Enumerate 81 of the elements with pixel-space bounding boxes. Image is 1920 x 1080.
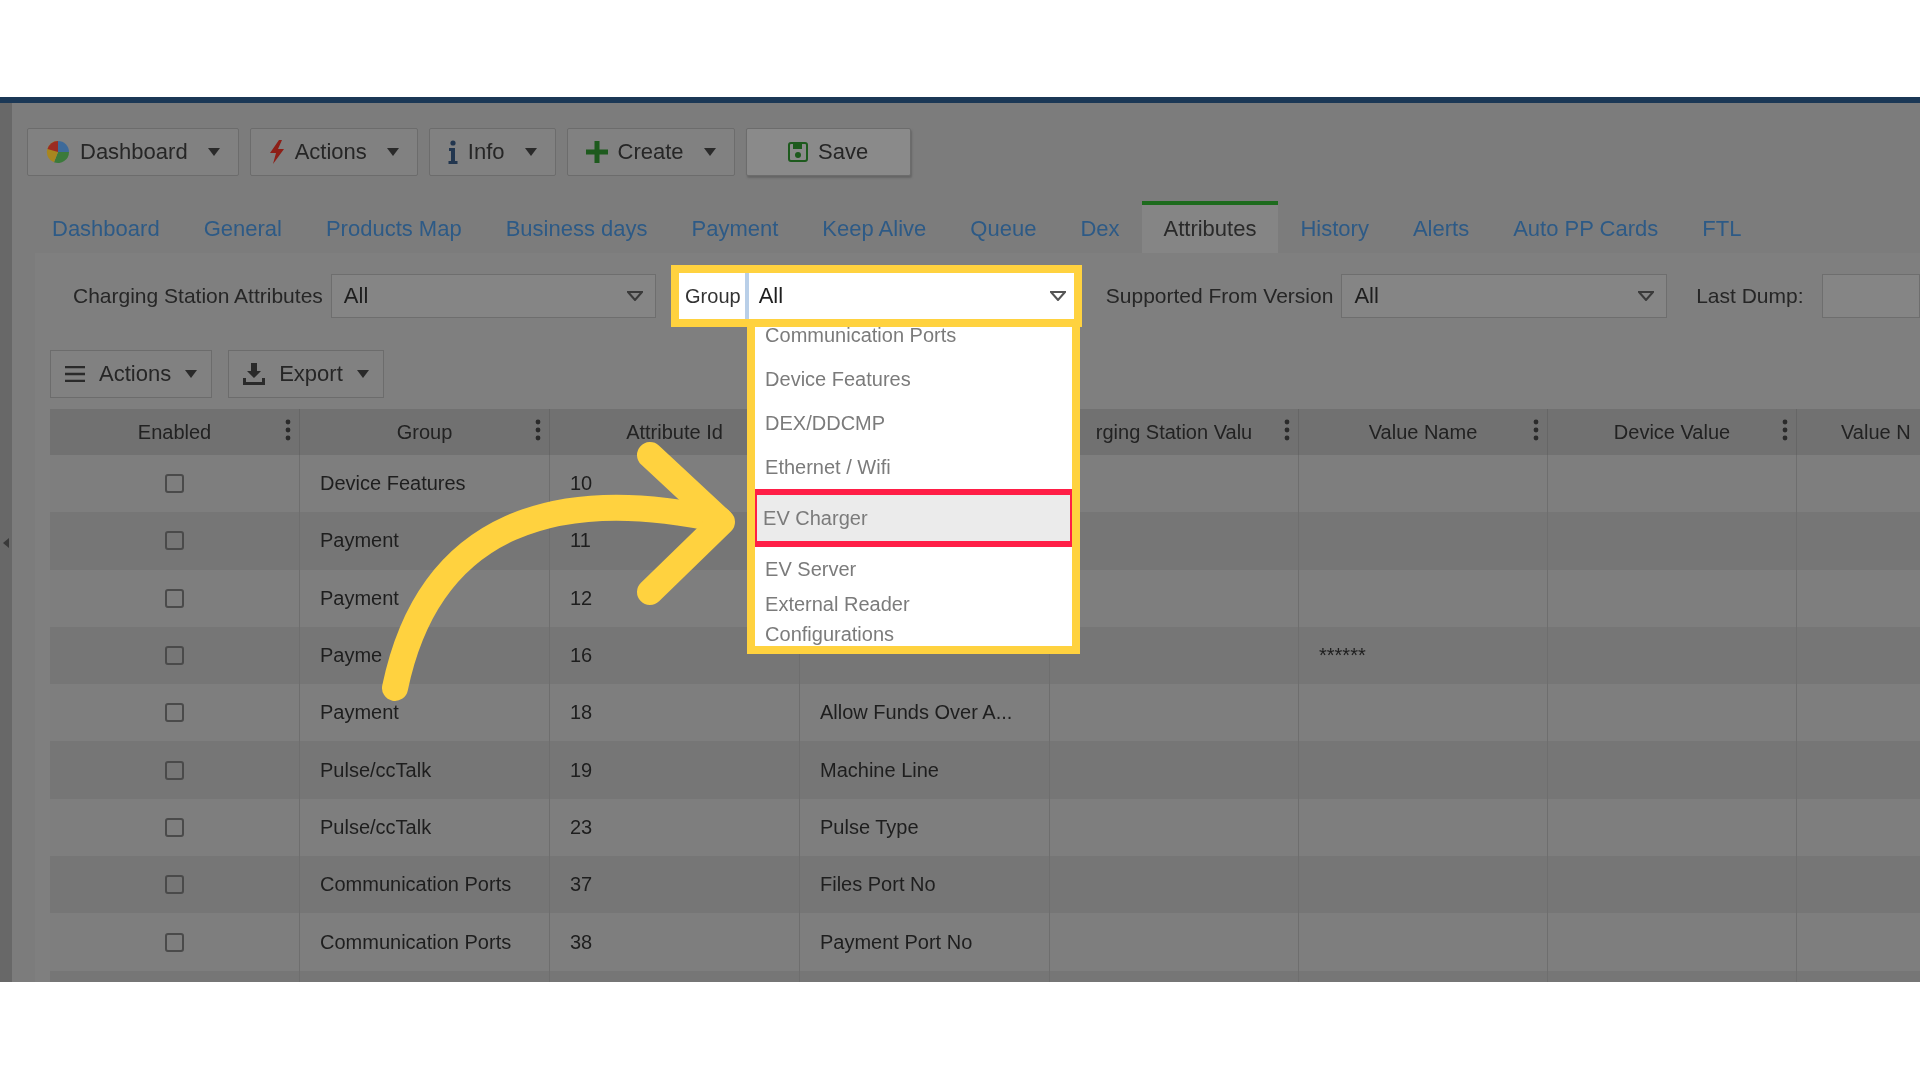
tab[interactable]: Payment: [669, 205, 801, 253]
grid-button[interactable]: Actions: [50, 350, 213, 398]
caret-icon: [627, 291, 644, 301]
tab[interactable]: Auto PP Cards: [1491, 205, 1681, 253]
table-cell: 10: [570, 472, 593, 496]
table-cell: 23: [570, 815, 593, 839]
checkbox[interactable]: [165, 474, 184, 494]
attributes-select[interactable]: All: [330, 274, 657, 318]
checkbox[interactable]: [165, 760, 184, 780]
table-cell: Payment: [320, 586, 399, 610]
table-cell: Communication Ports: [320, 873, 512, 897]
checkbox[interactable]: [165, 588, 184, 608]
save-icon: [787, 142, 808, 162]
caret-icon: [386, 148, 399, 156]
toolbar-button[interactable]: Info: [428, 128, 556, 176]
caret-icon: [207, 148, 220, 156]
dropdown-option[interactable]: EV Charger: [755, 489, 1073, 547]
column-menu-icon[interactable]: [1533, 419, 1539, 441]
table-cell: Allow Funds Over A...: [820, 701, 1013, 725]
table-cell: Pulse Type: [820, 815, 919, 839]
tab[interactable]: General: [181, 205, 304, 253]
table-cell: 16: [570, 644, 593, 668]
table-cell: Payment Port No: [820, 930, 973, 954]
caret-icon: [1049, 291, 1066, 301]
lightning-icon: [268, 140, 285, 164]
caret-icon: [356, 370, 369, 378]
table-cell: 19: [570, 758, 593, 782]
checkbox[interactable]: [165, 531, 184, 551]
column-menu-icon[interactable]: [1284, 419, 1290, 441]
table-cell: Device Features: [320, 472, 466, 496]
checkbox[interactable]: [165, 817, 184, 837]
tab[interactable]: Dex: [1058, 205, 1142, 253]
column-menu-icon[interactable]: [285, 419, 291, 441]
tab[interactable]: Queue: [948, 205, 1059, 253]
pie-chart-icon: [46, 140, 70, 164]
caret-icon: [703, 148, 716, 156]
column-menu-icon[interactable]: [1782, 419, 1788, 441]
caret-icon: [185, 370, 198, 378]
table-cell: 12: [570, 586, 593, 610]
info-icon: [447, 140, 458, 164]
toolbar-button[interactable]: Actions: [249, 128, 418, 176]
plus-icon: [585, 141, 608, 163]
tab[interactable]: FTL: [1680, 205, 1764, 253]
filter-label: Supported From Version: [1105, 284, 1334, 308]
table-cell: 38: [570, 930, 593, 954]
table-cell: 18: [570, 701, 593, 725]
table-cell: Payment: [320, 529, 399, 553]
filter-label: Last Dump:: [1696, 284, 1804, 308]
toolbar-button[interactable]: Dashboard: [27, 128, 239, 176]
tab[interactable]: Products Map: [303, 205, 484, 253]
checkbox[interactable]: [165, 646, 184, 666]
table-cell: 37: [570, 873, 593, 897]
table-cell: Communication Ports: [320, 930, 512, 954]
column-menu-icon[interactable]: [535, 419, 541, 441]
checkbox[interactable]: [165, 703, 184, 723]
checkbox[interactable]: [165, 932, 184, 952]
version-select[interactable]: All: [1341, 274, 1667, 318]
grid-button[interactable]: Export: [228, 350, 384, 398]
tab[interactable]: Keep Alive: [800, 205, 949, 253]
table-cell: Pulse/ccTalk: [320, 815, 432, 839]
collapse-handle-icon[interactable]: [3, 537, 9, 548]
caret-icon: [524, 148, 537, 156]
table-cell: ******: [1319, 644, 1366, 668]
tab[interactable]: Attributes: [1141, 201, 1279, 253]
download-icon: [243, 363, 266, 385]
toolbar-button[interactable]: Save: [745, 128, 911, 176]
tab[interactable]: Dashboard: [30, 205, 182, 253]
tab[interactable]: History: [1278, 205, 1391, 253]
table-cell: Payment: [320, 701, 399, 725]
checkbox[interactable]: [165, 875, 184, 895]
menu-icon: [65, 366, 85, 382]
table-cell: 11: [570, 529, 591, 553]
tab[interactable]: Alerts: [1390, 205, 1492, 253]
filter-label: Charging Station Attributes: [73, 284, 323, 308]
table-cell: Machine Line: [820, 758, 939, 782]
caret-icon: [1637, 291, 1654, 301]
table-cell: Payme: [320, 644, 383, 668]
table-cell: Pulse/ccTalk: [320, 758, 432, 782]
table-cell: Files Port No: [820, 873, 936, 897]
toolbar-button[interactable]: Create: [566, 128, 735, 176]
tab[interactable]: Business days: [483, 205, 670, 253]
